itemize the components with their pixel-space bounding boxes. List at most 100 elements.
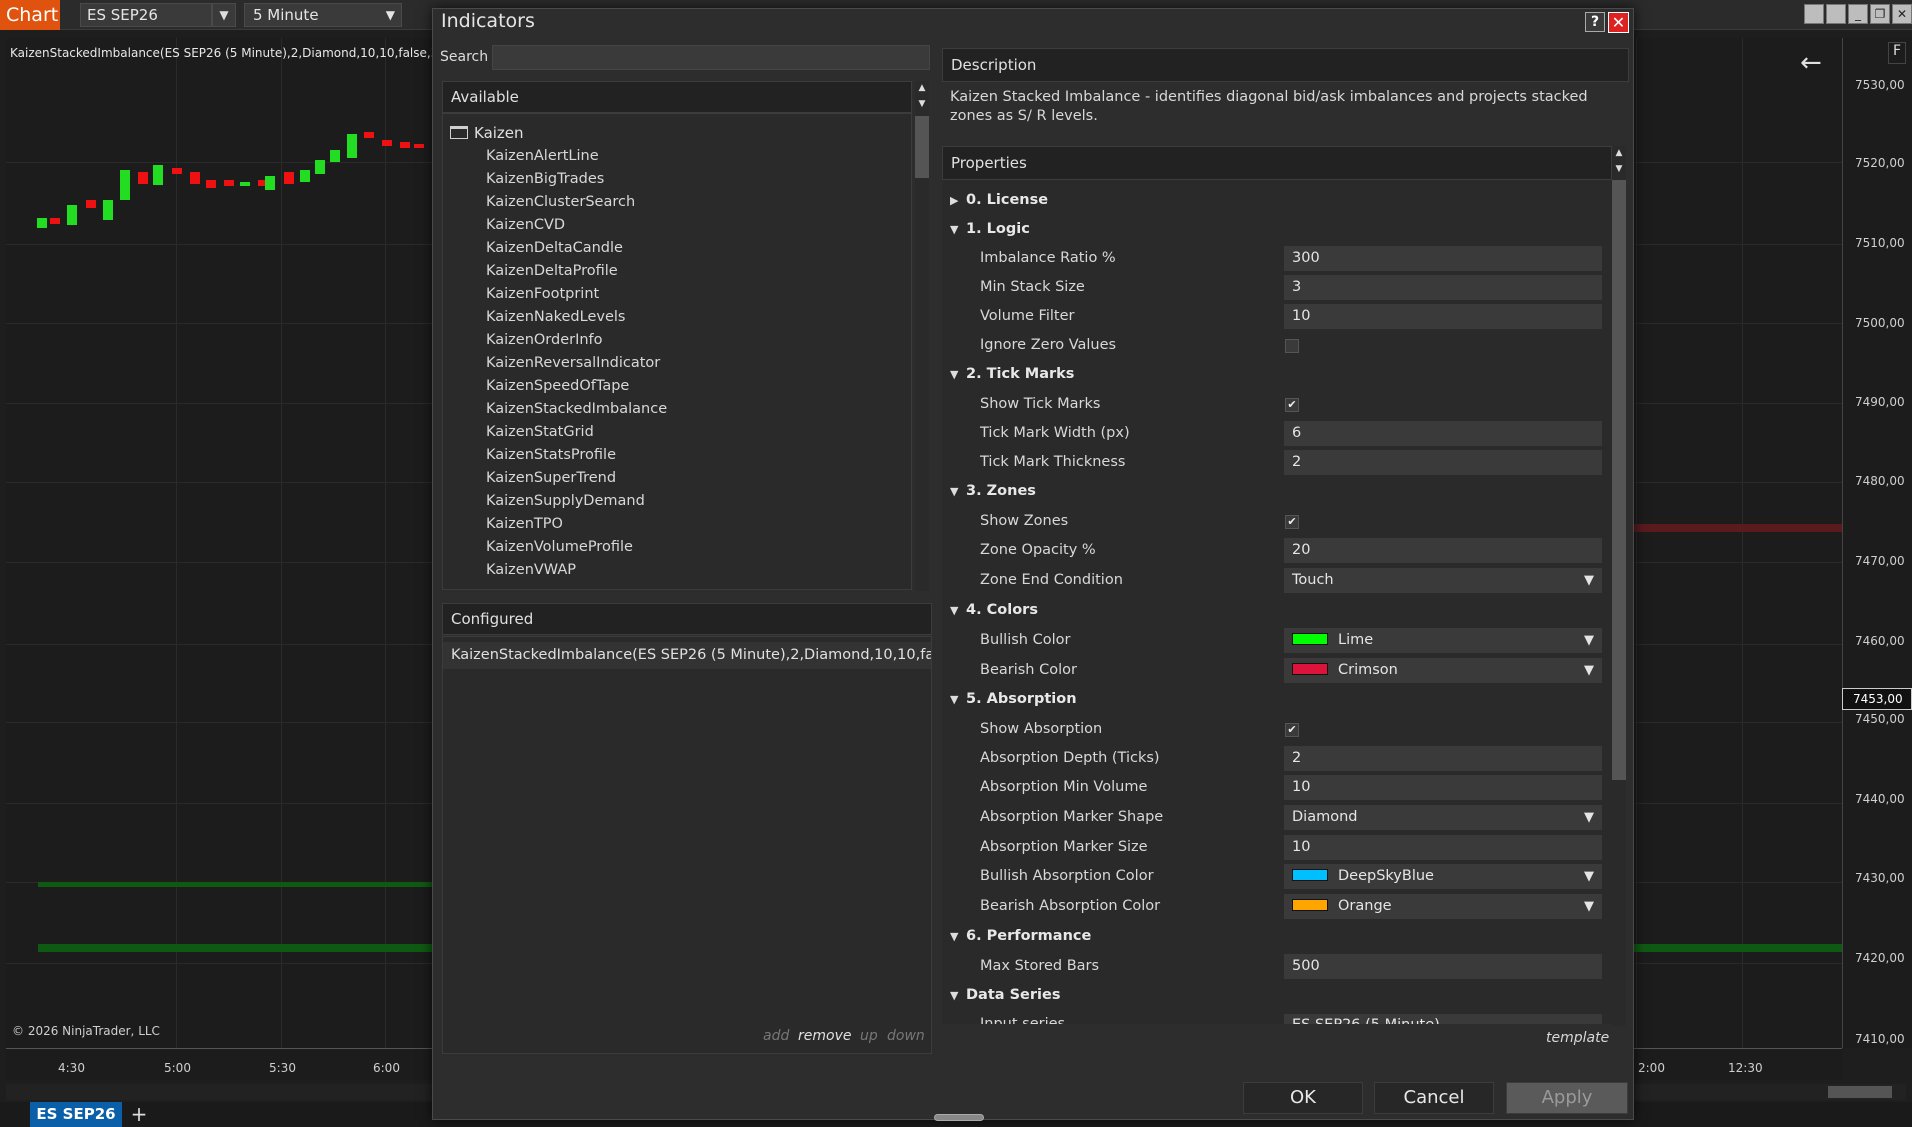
- max-bars-label: Max Stored Bars: [980, 958, 1100, 974]
- abs-depth-input[interactable]: 2: [1284, 746, 1602, 771]
- expand-icon: ▶: [950, 194, 959, 207]
- time-tick: 6:00: [373, 1061, 400, 1075]
- show-absorption-checkbox[interactable]: ✔: [1285, 723, 1299, 737]
- instrument-select[interactable]: ES SEP26: [80, 3, 212, 27]
- interval-select[interactable]: 5 Minute ▼: [244, 3, 402, 27]
- category-colors[interactable]: ▼ 4. Colors: [950, 602, 1038, 618]
- candle: [315, 160, 325, 174]
- bear-abs-color-label: Bearish Absorption Color: [980, 898, 1161, 914]
- resize-grip[interactable]: [934, 1114, 984, 1121]
- ok-button[interactable]: OK: [1243, 1082, 1363, 1114]
- cancel-button[interactable]: Cancel: [1374, 1082, 1494, 1114]
- interval-value: 5 Minute: [253, 6, 319, 24]
- f-button[interactable]: F: [1888, 42, 1906, 64]
- ignore-zero-checkbox[interactable]: [1285, 339, 1299, 353]
- chevron-down-icon[interactable]: ▼: [212, 3, 236, 27]
- category-license[interactable]: ▶ 0. License: [950, 192, 1048, 208]
- indicator-list-item[interactable]: KaizenNakedLevels: [486, 309, 625, 325]
- category-tick-marks[interactable]: ▼ 2. Tick Marks: [950, 366, 1074, 382]
- scroll-up-icon[interactable]: ▲: [1612, 148, 1626, 158]
- scrollbar-thumb[interactable]: [1828, 1086, 1892, 1098]
- max-bars-input[interactable]: 500: [1284, 954, 1602, 979]
- configured-list[interactable]: [442, 636, 932, 1054]
- chevron-down-icon: ▼: [1584, 899, 1594, 914]
- remove-link[interactable]: remove: [798, 1028, 851, 1044]
- scroll-down-icon[interactable]: ▼: [1612, 164, 1626, 174]
- back-arrow-icon[interactable]: ←: [1800, 48, 1822, 78]
- abs-min-vol-input[interactable]: 10: [1284, 775, 1602, 800]
- apply-button[interactable]: Apply: [1506, 1082, 1628, 1114]
- candle: [414, 144, 424, 148]
- template-link[interactable]: template: [1546, 1030, 1609, 1046]
- show-zones-checkbox[interactable]: ✔: [1285, 515, 1299, 529]
- tick-thickness-input[interactable]: 2: [1284, 450, 1602, 475]
- minimize-icon[interactable]: _: [1848, 4, 1868, 24]
- indicator-list-item[interactable]: KaizenVWAP: [486, 562, 576, 578]
- indicator-list-item[interactable]: KaizenStackedImbalance: [486, 401, 667, 417]
- tile-icon[interactable]: [1826, 4, 1846, 24]
- tick-thickness-label: Tick Mark Thickness: [980, 454, 1126, 470]
- category-performance[interactable]: ▼ 6. Performance: [950, 928, 1091, 944]
- bear-abs-color-select[interactable]: Orange ▼: [1284, 894, 1602, 919]
- indicator-list-item[interactable]: KaizenDeltaCandle: [486, 240, 623, 256]
- imbalance-ratio-input[interactable]: 300: [1284, 246, 1602, 271]
- configured-item[interactable]: KaizenStackedImbalance(ES SEP26 (5 Minut…: [443, 642, 931, 669]
- category-zones[interactable]: ▼ 3. Zones: [950, 483, 1036, 499]
- up-link[interactable]: up: [860, 1028, 878, 1044]
- volume-filter-input[interactable]: 10: [1284, 304, 1602, 329]
- indicator-list-item[interactable]: KaizenAlertLine: [486, 148, 599, 164]
- close-icon[interactable]: ✕: [1892, 4, 1912, 24]
- indicator-list-item[interactable]: KaizenSupplyDemand: [486, 493, 645, 509]
- indicator-list-item[interactable]: KaizenDeltaProfile: [486, 263, 618, 279]
- search-input[interactable]: [492, 45, 930, 70]
- indicator-list-item[interactable]: KaizenStatsProfile: [486, 447, 616, 463]
- tick-width-input[interactable]: 6: [1284, 421, 1602, 446]
- indicator-list-item[interactable]: KaizenOrderInfo: [486, 332, 603, 348]
- indicator-list-item[interactable]: KaizenFootprint: [486, 286, 599, 302]
- scrollbar-thumb[interactable]: [915, 116, 929, 178]
- indicator-list-item[interactable]: KaizenClusterSearch: [486, 194, 635, 210]
- abs-shape-select[interactable]: Diamond ▼: [1284, 805, 1602, 830]
- scrollbar-thumb[interactable]: [1612, 180, 1626, 780]
- indicator-list-item[interactable]: KaizenTPO: [486, 516, 563, 532]
- zone-opacity-input[interactable]: 20: [1284, 538, 1602, 563]
- imbalance-ratio-label: Imbalance Ratio %: [980, 250, 1116, 266]
- input-series-input[interactable]: ES SEP26 (5 Minute): [1284, 1014, 1602, 1024]
- show-tick-marks-label: Show Tick Marks: [980, 396, 1101, 412]
- bullish-color-select[interactable]: Lime ▼: [1284, 628, 1602, 653]
- add-link[interactable]: add: [763, 1028, 789, 1044]
- indicator-list-item[interactable]: KaizenStatGrid: [486, 424, 594, 440]
- indicator-list-item[interactable]: KaizenSpeedOfTape: [486, 378, 629, 394]
- chart-tab[interactable]: Chart: [0, 0, 60, 30]
- restore-icon[interactable]: ❐: [1870, 4, 1890, 24]
- close-button[interactable]: ✕: [1608, 12, 1629, 33]
- kaizen-folder[interactable]: Kaizen: [450, 124, 524, 142]
- scroll-up-icon[interactable]: ▲: [915, 83, 929, 93]
- zone-end-select[interactable]: Touch ▼: [1284, 568, 1602, 593]
- abs-size-input[interactable]: 10: [1284, 835, 1602, 860]
- bearish-color-select[interactable]: Crimson ▼: [1284, 658, 1602, 683]
- show-tick-marks-checkbox[interactable]: ✔: [1285, 398, 1299, 412]
- bearish-color-label: Bearish Color: [980, 662, 1077, 678]
- price-axis[interactable]: [1842, 38, 1912, 1048]
- indicator-list-item[interactable]: KaizenSuperTrend: [486, 470, 616, 486]
- input-series-label: Input series: [980, 1016, 1066, 1024]
- bearish-zone-line: [1634, 524, 1846, 532]
- indicator-list-item[interactable]: KaizenReversalIndicator: [486, 355, 660, 371]
- indicator-list-item[interactable]: KaizenVolumeProfile: [486, 539, 633, 555]
- category-absorption[interactable]: ▼ 5. Absorption: [950, 691, 1077, 707]
- scroll-down-icon[interactable]: ▼: [915, 99, 929, 109]
- indicator-list-item[interactable]: KaizenBigTrades: [486, 171, 604, 187]
- indicator-list-item[interactable]: KaizenCVD: [486, 217, 565, 233]
- category-data-series[interactable]: ▼ Data Series: [950, 987, 1060, 1003]
- tile-icon[interactable]: [1804, 4, 1824, 24]
- help-button[interactable]: ?: [1585, 12, 1605, 32]
- bull-abs-color-select[interactable]: DeepSkyBlue ▼: [1284, 864, 1602, 889]
- min-stack-input[interactable]: 3: [1284, 275, 1602, 300]
- instrument-tab[interactable]: ES SEP26: [30, 1102, 122, 1127]
- down-link[interactable]: down: [887, 1028, 925, 1044]
- category-logic[interactable]: ▼ 1. Logic: [950, 221, 1030, 237]
- add-tab-icon[interactable]: +: [128, 1102, 150, 1127]
- search-label: Search: [440, 49, 489, 65]
- candle: [153, 165, 163, 185]
